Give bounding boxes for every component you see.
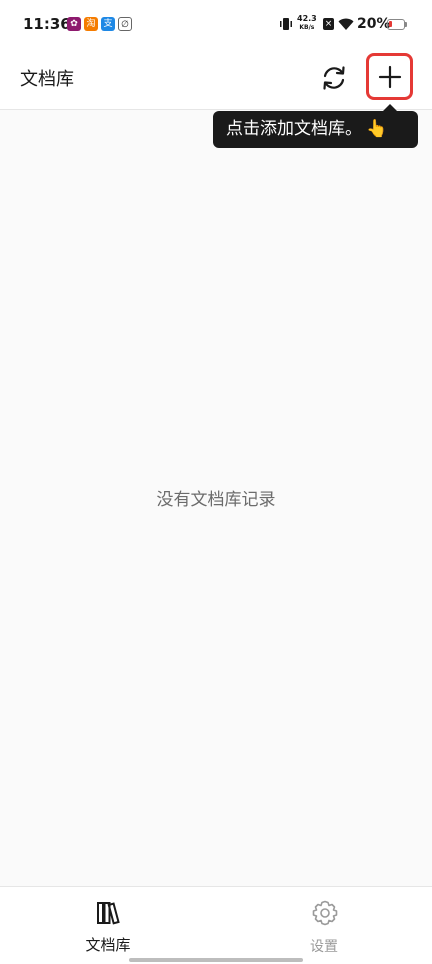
- network-speed: 42.3 KB/s: [297, 14, 317, 32]
- app-notification-icon: 支: [101, 17, 115, 31]
- battery-level: [389, 21, 392, 27]
- battery-percent: 20%: [357, 16, 391, 32]
- app-header: 文档库: [0, 50, 432, 110]
- app-notification-icon: ∅: [118, 17, 132, 31]
- pointing-hand-icon: 👆: [366, 119, 388, 139]
- nav-label-library: 文档库: [85, 936, 131, 954]
- network-speed-unit: KB/s: [299, 24, 315, 31]
- add-library-button[interactable]: [366, 53, 413, 100]
- app-screen: 11:36 ✿ 淘 支 ∅ 42.3 KB/s × 20% 文档库 点击添加文档…: [0, 0, 432, 964]
- status-time: 11:36: [23, 15, 71, 33]
- status-bar: 11:36 ✿ 淘 支 ∅ 42.3 KB/s × 20%: [0, 0, 432, 50]
- app-notification-icon: 淘: [84, 17, 98, 31]
- home-indicator[interactable]: [129, 958, 303, 962]
- page-title: 文档库: [20, 69, 74, 90]
- empty-state-message: 没有文档库记录: [156, 490, 276, 510]
- app-notification-icon: ✿: [67, 17, 81, 31]
- refresh-icon: [323, 66, 345, 90]
- tooltip-arrow: [383, 104, 397, 111]
- network-speed-value: 42.3: [297, 14, 317, 23]
- refresh-button[interactable]: [318, 62, 350, 94]
- battery-icon: [387, 19, 405, 30]
- bottom-nav: 文档库 设置: [0, 886, 432, 964]
- sim-none-icon: ×: [323, 18, 334, 30]
- nav-item-settings[interactable]: 设置: [264, 887, 384, 957]
- battery-nub: [405, 22, 407, 27]
- nav-label-settings: 设置: [310, 939, 338, 955]
- nav-item-library[interactable]: 文档库: [48, 887, 168, 957]
- library-icon: [97, 902, 120, 925]
- add-library-tooltip: 点击添加文档库。 👆: [213, 111, 418, 148]
- vibrate-icon: [280, 18, 292, 30]
- tooltip-text: 点击添加文档库。: [226, 119, 362, 139]
- gear-icon: [312, 900, 338, 926]
- plus-icon: [378, 65, 402, 89]
- wifi-icon: [338, 18, 354, 30]
